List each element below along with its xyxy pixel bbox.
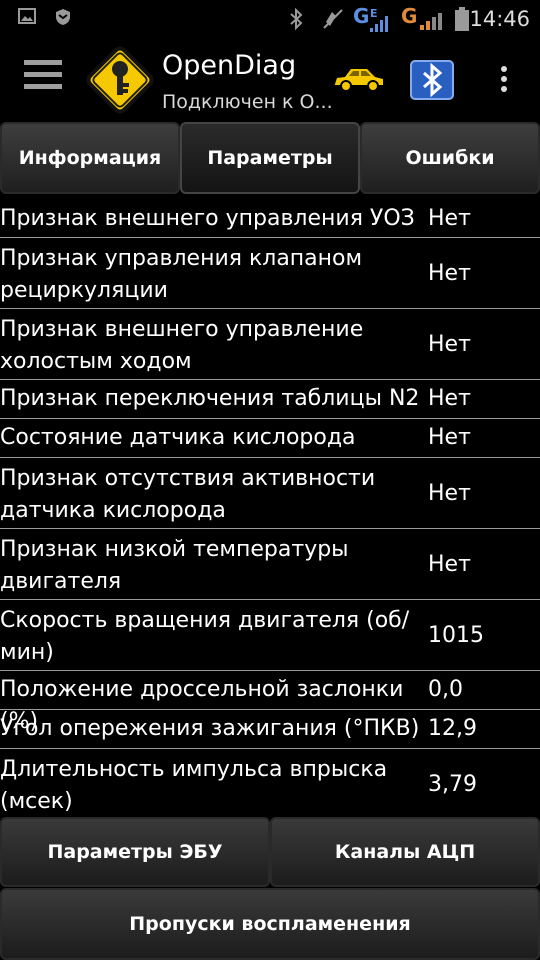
param-value: 12,9 bbox=[428, 716, 477, 741]
param-value: 3,79 bbox=[428, 772, 477, 797]
param-label: Признак низкой температуры двигателя bbox=[0, 537, 349, 594]
signal-icon bbox=[370, 16, 396, 38]
param-row: Признак переключения таблицы N2 Нет bbox=[0, 380, 540, 419]
bluetooth-icon bbox=[288, 7, 304, 36]
param-row: Положение дроссельной заслонки (%) 0,0 bbox=[0, 671, 540, 734]
parameter-list[interactable]: Признак внешнего управления УОЗ Нет Приз… bbox=[0, 200, 540, 812]
param-label: Признак переключения таблицы N2 bbox=[0, 386, 420, 411]
car-icon[interactable] bbox=[333, 66, 385, 92]
param-row: Состояние датчика кислорода Нет bbox=[0, 419, 540, 458]
param-row: Признак управления клапаном рециркуляции… bbox=[0, 238, 540, 309]
param-label: Длительность импульса впрыска (мсек) bbox=[0, 757, 388, 812]
tab-info[interactable]: Информация bbox=[0, 122, 180, 194]
param-value: Нет bbox=[428, 261, 471, 286]
param-label: Скорость вращения двигателя (об/мин) bbox=[0, 608, 410, 665]
app-title: OpenDiag bbox=[162, 50, 297, 81]
action-bar: OpenDiag Подключен к О... bbox=[0, 38, 540, 121]
param-row: Признак низкой температуры двигателя Нет bbox=[0, 529, 540, 600]
tab-errors[interactable]: Ошибки bbox=[360, 122, 540, 194]
param-row: Признак внешнего управления УОЗ Нет bbox=[0, 200, 540, 238]
param-value: 1015 bbox=[428, 623, 484, 648]
param-row: Длительность импульса впрыска (мсек) 3,7… bbox=[0, 749, 540, 812]
param-value: Нет bbox=[428, 552, 471, 577]
status-bar: G E G 14:46 bbox=[0, 0, 540, 38]
connection-status: Подключен к О... bbox=[162, 91, 333, 113]
param-label: Состояние датчика кислорода bbox=[0, 425, 356, 450]
app-logo-icon bbox=[83, 43, 157, 117]
bluetooth-connect-icon[interactable] bbox=[410, 60, 454, 100]
battery-icon bbox=[455, 7, 469, 37]
param-row: Признак отсутствия активности датчика ки… bbox=[0, 458, 540, 529]
tab-bar: Информация Параметры Ошибки bbox=[0, 122, 540, 194]
param-row: Угол опережения зажигания (°ПКВ) 12,9 bbox=[0, 710, 540, 749]
shield-icon bbox=[55, 8, 71, 32]
param-row: Признак внешнего управление холостым ход… bbox=[0, 309, 540, 380]
param-value: 0,0 bbox=[428, 677, 463, 702]
param-value: Нет bbox=[428, 386, 471, 411]
clock: 14:46 bbox=[469, 7, 530, 31]
param-label: Признак внешнего управление холостым ход… bbox=[0, 317, 364, 374]
param-label: Признак отсутствия активности датчика ки… bbox=[0, 466, 376, 523]
network-g-label: G bbox=[353, 4, 370, 28]
tab-parameters[interactable]: Параметры bbox=[180, 122, 360, 194]
param-value: Нет bbox=[428, 332, 471, 357]
mute-icon bbox=[322, 8, 344, 36]
image-icon bbox=[18, 8, 36, 30]
param-value: Нет bbox=[428, 425, 471, 450]
misfires-button[interactable]: Пропуски воспламенения bbox=[0, 888, 540, 960]
param-label: Признак управления клапаном рециркуляции bbox=[0, 246, 363, 303]
signal-icon bbox=[420, 12, 446, 36]
menu-drawer-icon[interactable] bbox=[24, 60, 62, 98]
param-value: Нет bbox=[428, 206, 471, 231]
param-label: Признак внешнего управления УОЗ bbox=[0, 206, 415, 231]
param-value: Нет bbox=[428, 481, 471, 506]
ecu-params-button[interactable]: Параметры ЭБУ bbox=[0, 817, 270, 887]
overflow-menu-icon[interactable] bbox=[493, 66, 515, 96]
param-row: Скорость вращения двигателя (об/мин) 101… bbox=[0, 600, 540, 671]
param-label: Угол опережения зажигания (°ПКВ) bbox=[0, 716, 420, 741]
adc-channels-button[interactable]: Каналы АЦП bbox=[270, 817, 540, 887]
network-g2-label: G bbox=[401, 4, 418, 28]
